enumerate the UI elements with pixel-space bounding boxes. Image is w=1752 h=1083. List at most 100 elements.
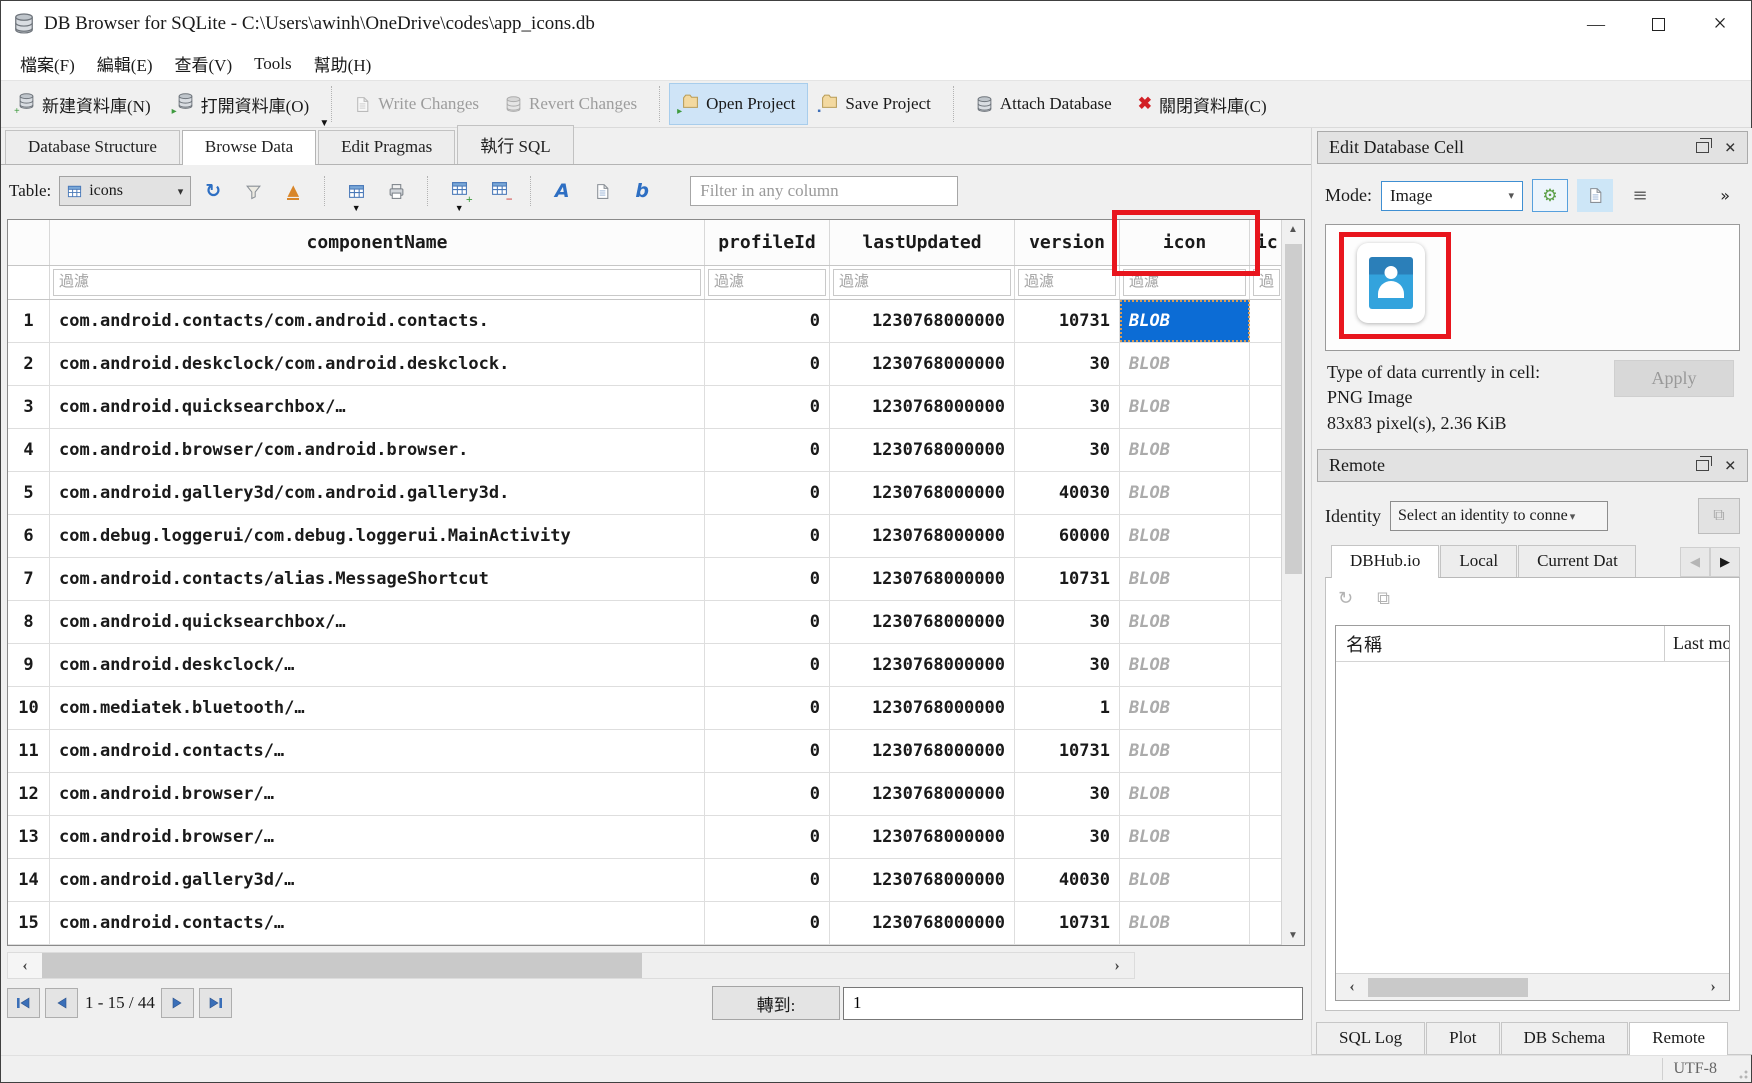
cell-version[interactable]: 60000 — [1015, 515, 1120, 557]
import-certificate-button[interactable]: ⧉ — [1698, 498, 1740, 534]
cell-componentName[interactable]: com.android.contacts/com.android.contact… — [50, 300, 705, 342]
scroll-down-icon[interactable]: ▼ — [1282, 930, 1304, 941]
new-database-button[interactable]: + 新建資料庫(N) — [5, 82, 164, 127]
cell-profileId[interactable]: 0 — [705, 515, 830, 557]
cell-lastUpdated[interactable]: 1230768000000 — [830, 859, 1015, 901]
cell-lastUpdated[interactable]: 1230768000000 — [830, 687, 1015, 729]
cell-icon[interactable]: BLOB — [1120, 644, 1250, 686]
first-page-button[interactable] — [7, 988, 40, 1018]
row-number[interactable]: 11 — [8, 730, 50, 772]
close-panel-icon[interactable]: × — [1725, 456, 1736, 476]
row-number[interactable]: 6 — [8, 515, 50, 557]
encoding-indicator[interactable]: UTF-8 — [1662, 1058, 1727, 1080]
cell-version[interactable]: 40030 — [1015, 859, 1120, 901]
cell-icon[interactable]: BLOB — [1120, 601, 1250, 643]
cell-lastUpdated[interactable]: 1230768000000 — [830, 730, 1015, 772]
cell-partial[interactable] — [1250, 687, 1283, 729]
cell-partial[interactable] — [1250, 816, 1283, 858]
cell-componentName[interactable]: com.android.browser/… — [50, 816, 705, 858]
tab-db-schema[interactable]: DB Schema — [1501, 1022, 1629, 1054]
cell-partial[interactable] — [1250, 386, 1283, 428]
tab-database-structure[interactable]: Database Structure — [5, 130, 180, 164]
cell-version[interactable]: 40030 — [1015, 472, 1120, 514]
open-database-button[interactable]: ▸ 打開資料庫(O) ▼ — [164, 82, 323, 127]
filter-input-componentName[interactable] — [53, 269, 701, 296]
cell-partial[interactable] — [1250, 343, 1283, 385]
cell-partial[interactable] — [1250, 515, 1283, 557]
write-changes-button[interactable]: Write Changes — [341, 84, 492, 124]
tab-dbhub[interactable]: DBHub.io — [1331, 545, 1439, 578]
cell-profileId[interactable]: 0 — [705, 343, 830, 385]
tab-scroll-left-button[interactable]: ◀ — [1680, 547, 1710, 577]
text-mode-button[interactable] — [1577, 179, 1613, 212]
column-header-profileId[interactable]: profileId — [705, 220, 830, 265]
cell-componentName[interactable]: com.android.browser/com.android.browser. — [50, 429, 705, 471]
cell-lastUpdated[interactable]: 1230768000000 — [830, 902, 1015, 944]
cell-partial[interactable] — [1250, 472, 1283, 514]
cell-profileId[interactable]: 0 — [705, 773, 830, 815]
row-number[interactable]: 8 — [8, 601, 50, 643]
cell-lastUpdated[interactable]: 1230768000000 — [830, 515, 1015, 557]
scroll-right-button[interactable]: › — [1100, 953, 1134, 978]
cell-version[interactable]: 10731 — [1015, 902, 1120, 944]
cell-partial[interactable] — [1250, 300, 1283, 342]
cell-partial[interactable] — [1250, 558, 1283, 600]
cell-componentName[interactable]: com.android.gallery3d/… — [50, 859, 705, 901]
cell-componentName[interactable]: com.debug.loggerui/com.debug.loggerui.Ma… — [50, 515, 705, 557]
encoding-button[interactable]: b — [624, 174, 660, 208]
cell-partial[interactable] — [1250, 859, 1283, 901]
remote-scroll-left-button[interactable]: ‹ — [1336, 978, 1368, 996]
previous-page-button[interactable] — [45, 988, 78, 1018]
save-table-dropdown-icon[interactable]: ▼ — [352, 203, 361, 213]
row-number[interactable]: 7 — [8, 558, 50, 600]
import-data-button[interactable]: ⚙ — [1532, 179, 1568, 212]
cell-icon[interactable]: BLOB — [1120, 386, 1250, 428]
row-number[interactable]: 10 — [8, 687, 50, 729]
menu-view[interactable]: 查看(V) — [164, 48, 244, 79]
cell-partial[interactable] — [1250, 773, 1283, 815]
open-project-button[interactable]: ▸ Open Project — [669, 83, 808, 125]
cell-partial[interactable] — [1250, 644, 1283, 686]
clear-sort-button[interactable]: ▲ — [275, 174, 311, 208]
row-number[interactable]: 12 — [8, 773, 50, 815]
remote-clone-icon[interactable]: ⧉ — [1377, 588, 1390, 609]
cell-lastUpdated[interactable]: 1230768000000 — [830, 816, 1015, 858]
cell-version[interactable]: 10731 — [1015, 558, 1120, 600]
cell-componentName[interactable]: com.android.contacts/… — [50, 902, 705, 944]
float-panel-icon[interactable] — [1696, 460, 1709, 471]
cell-componentName[interactable]: com.android.deskclock/… — [50, 644, 705, 686]
cell-icon[interactable]: BLOB — [1120, 558, 1250, 600]
tab-sql-log[interactable]: SQL Log — [1316, 1022, 1425, 1054]
cell-version[interactable]: 30 — [1015, 386, 1120, 428]
cell-version[interactable]: 10731 — [1015, 300, 1120, 342]
cell-profileId[interactable]: 0 — [705, 730, 830, 772]
clear-filters-button[interactable] — [235, 174, 271, 208]
remote-horizontal-scrollbar[interactable]: ‹ › — [1336, 973, 1729, 1000]
resize-grip-icon[interactable] — [1738, 1069, 1748, 1079]
scroll-up-icon[interactable]: ▲ — [1282, 224, 1304, 235]
float-panel-icon[interactable] — [1696, 142, 1709, 153]
edit-format-button[interactable]: A — [544, 174, 580, 208]
row-number[interactable]: 14 — [8, 859, 50, 901]
table-select[interactable]: icons ▾ — [59, 176, 191, 206]
cell-icon[interactable]: BLOB — [1120, 515, 1250, 557]
vertical-scrollbar[interactable]: ▲ ▼ — [1281, 220, 1304, 945]
tab-local[interactable]: Local — [1440, 545, 1517, 577]
new-record-dropdown-icon[interactable]: ▼ — [455, 203, 464, 213]
row-number[interactable]: 4 — [8, 429, 50, 471]
close-button[interactable]: × — [1689, 1, 1751, 47]
remote-column-last-modified[interactable]: Last mo — [1665, 633, 1729, 654]
menu-help[interactable]: 幫助(H) — [303, 48, 383, 79]
cell-componentName[interactable]: com.android.contacts/alias.MessageShortc… — [50, 558, 705, 600]
revert-changes-button[interactable]: Revert Changes — [492, 84, 650, 124]
cell-icon[interactable]: BLOB — [1120, 343, 1250, 385]
cell-componentName[interactable]: com.android.contacts/… — [50, 730, 705, 772]
cell-icon[interactable]: BLOB — [1120, 687, 1250, 729]
remote-scrollbar-thumb[interactable] — [1368, 978, 1528, 997]
mode-select[interactable]: Image ▾ — [1381, 181, 1523, 211]
minimize-button[interactable]: — — [1565, 1, 1627, 47]
cell-icon[interactable]: BLOB — [1120, 902, 1250, 944]
tab-browse-data[interactable]: Browse Data — [182, 130, 316, 165]
remote-scroll-right-button[interactable]: › — [1697, 978, 1729, 996]
tab-scroll-right-button[interactable]: ▶ — [1710, 547, 1740, 577]
